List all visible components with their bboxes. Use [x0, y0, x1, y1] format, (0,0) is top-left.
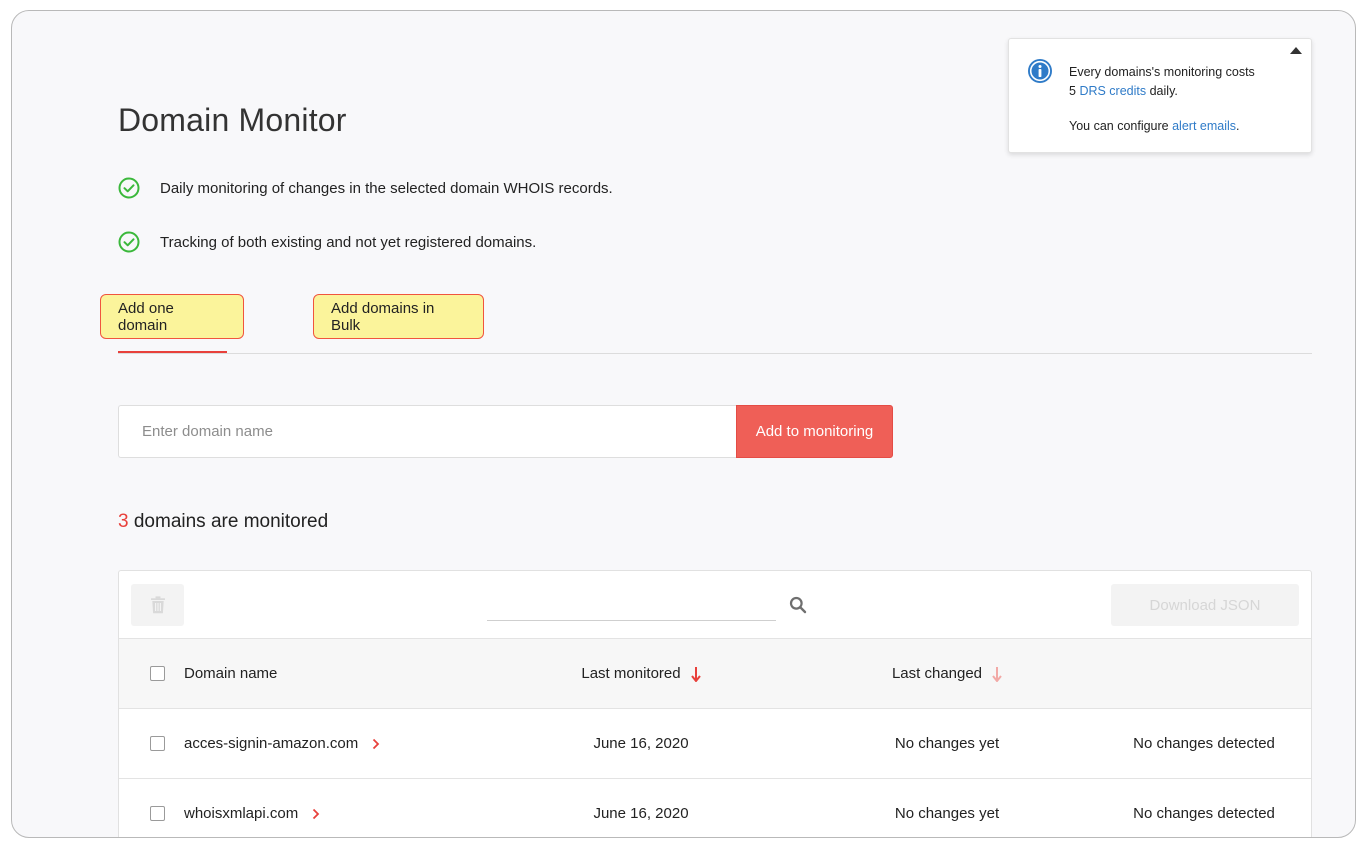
column-header-last-changed-label: Last changed	[891, 665, 983, 682]
info-panel: Every domains's monitoring costs 5 DRS c…	[1008, 38, 1312, 153]
row-last-monitored: June 16, 2020	[593, 735, 689, 752]
table-header: Domain name Last monitored Last changed	[119, 639, 1311, 709]
domain-name-input[interactable]	[118, 405, 737, 458]
feature-text: Daily monitoring of changes in the selec…	[160, 179, 613, 197]
column-header-last-changed[interactable]: Last changed	[835, 665, 1059, 682]
row-domain: acces-signin-amazon.com	[184, 735, 380, 752]
cost-suffix: daily.	[1149, 84, 1178, 98]
table-row: whoisxmlapi.com June 16, 2020 No changes…	[119, 779, 1311, 837]
row-domain-name: whoisxmlapi.com	[184, 805, 299, 822]
arrow-down-icon[interactable]	[992, 666, 1002, 682]
search-icon[interactable]	[789, 596, 807, 614]
feature-text: Tracking of both existing and not yet re…	[160, 233, 537, 251]
chevron-right-icon[interactable]	[372, 738, 380, 750]
info-icon	[1028, 59, 1052, 83]
row-domain: whoisxmlapi.com	[184, 805, 320, 822]
monitored-count: 3	[118, 511, 129, 532]
active-tab-indicator	[118, 351, 227, 353]
monitored-summary: 3 domains are monitored	[118, 511, 328, 533]
row-checkbox[interactable]	[150, 806, 165, 821]
column-header-domain-label: Domain name	[184, 665, 278, 682]
row-status: No changes detected	[1133, 805, 1275, 822]
tab-bar: Add one domain Add domains in Bulk	[100, 294, 1312, 354]
table-row: acces-signin-amazon.com June 16, 2020 No…	[119, 709, 1311, 779]
cost-number: 5	[1069, 84, 1076, 98]
alert-emails-link[interactable]: alert emails	[1172, 119, 1236, 133]
check-circle-icon	[118, 177, 140, 199]
feature-item: Daily monitoring of changes in the selec…	[118, 177, 613, 199]
feature-item: Tracking of both existing and not yet re…	[118, 231, 536, 253]
download-json-button[interactable]: Download JSON	[1111, 584, 1299, 626]
tab-add-one-domain[interactable]: Add one domain	[100, 294, 244, 339]
column-header-last-monitored[interactable]: Last monitored	[529, 665, 753, 682]
select-all-checkbox[interactable]	[150, 666, 165, 681]
row-status: No changes detected	[1133, 735, 1275, 752]
row-domain-name: acces-signin-amazon.com	[184, 735, 359, 752]
info-cost-line: Every domains's monitoring costs	[1069, 65, 1255, 79]
info-configure-line: You can configure alert emails.	[1069, 117, 1255, 136]
column-header-last-monitored-label: Last monitored	[581, 665, 681, 682]
arrow-down-icon[interactable]	[690, 666, 701, 682]
caret-up-icon[interactable]	[1290, 47, 1302, 54]
monitored-text: domains are monitored	[133, 511, 329, 532]
row-checkbox[interactable]	[150, 736, 165, 751]
row-last-monitored: June 16, 2020	[593, 805, 689, 822]
column-header-domain: Domain name	[184, 665, 277, 682]
table-toolbar: Download JSON	[119, 571, 1311, 639]
domains-table: Download JSON Domain name Last monitored…	[118, 570, 1312, 837]
configure-prefix: You can configure	[1069, 119, 1169, 133]
table-search-input[interactable]	[487, 591, 776, 621]
row-last-changed: No changes yet	[894, 805, 1000, 822]
delete-button[interactable]	[131, 584, 184, 626]
row-last-changed: No changes yet	[894, 735, 1000, 752]
tab-add-domains-bulk[interactable]: Add domains in Bulk	[313, 294, 484, 339]
chevron-right-icon[interactable]	[312, 808, 320, 820]
configure-suffix: .	[1236, 119, 1240, 133]
add-to-monitoring-button[interactable]: Add to monitoring	[736, 405, 893, 458]
trash-icon	[150, 596, 165, 614]
info-cost-detail: 5 DRS credits daily.	[1069, 82, 1255, 101]
drs-credits-link[interactable]: DRS credits	[1079, 84, 1146, 98]
info-text: Every domains's monitoring costs 5 DRS c…	[1069, 63, 1255, 136]
app-window: Domain Monitor Daily monitoring of chang…	[11, 10, 1356, 838]
page-title: Domain Monitor	[118, 102, 347, 138]
check-circle-icon	[118, 231, 140, 253]
